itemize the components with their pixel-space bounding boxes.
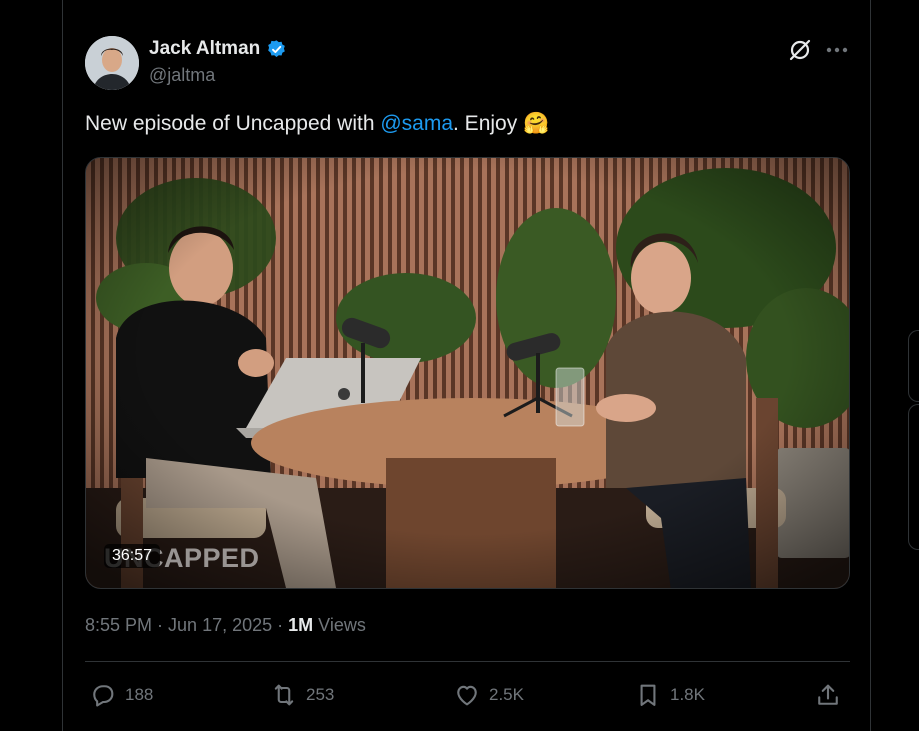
avatar[interactable] (85, 36, 139, 90)
video-player[interactable]: UNCAPPED 36:57 (85, 157, 850, 589)
meta-separator: · (152, 615, 169, 635)
verified-badge-icon[interactable] (266, 39, 287, 60)
share-button[interactable] (814, 677, 842, 713)
sidebar-card-edge (908, 330, 919, 402)
like-button[interactable]: 2.5K (453, 677, 524, 713)
tweet-text-after: . Enjoy (453, 112, 524, 135)
sidebar-card-edge (908, 404, 919, 550)
bookmark-button[interactable]: 1.8K (634, 677, 705, 713)
repost-icon (274, 684, 294, 706)
grok-icon[interactable] (787, 37, 813, 63)
reply-count: 188 (125, 685, 154, 704)
views-label: Views (313, 615, 366, 635)
more-icon[interactable] (824, 38, 850, 62)
action-bar: 188 253 2.5K 1.8K (85, 677, 850, 713)
meta-separator: · (272, 615, 289, 635)
video-duration-badge: 36:57 (104, 544, 161, 568)
author-info: Jack Altman @jaltma (149, 37, 287, 86)
mention-link[interactable]: @sama (380, 112, 453, 135)
video-thumbnail (86, 158, 849, 588)
hugging-face-emoji: 🤗 (523, 112, 550, 135)
views-count: 1M (288, 615, 314, 635)
tweet-time[interactable]: 8:55 PM (85, 615, 152, 635)
author-handle[interactable]: @jaltma (149, 65, 287, 86)
bookmark-icon (640, 684, 656, 706)
tweet-date[interactable]: Jun 17, 2025 (168, 615, 272, 635)
author-name[interactable]: Jack Altman (149, 38, 260, 60)
tweet-text-before: New episode of Uncapped with (85, 112, 381, 135)
repost-count: 253 (306, 685, 335, 704)
reply-icon (93, 685, 114, 707)
like-count: 2.5K (489, 685, 524, 704)
bookmark-count: 1.8K (670, 685, 705, 704)
divider (85, 661, 850, 662)
timeline-right-border (870, 0, 871, 731)
tweet-meta: 8:55 PM · Jun 17, 2025 · 1M Views (85, 615, 366, 636)
tweet-text: New episode of Uncapped with @sama. Enjo… (85, 112, 549, 136)
repost-button[interactable]: 253 (270, 677, 334, 713)
share-icon (818, 684, 838, 705)
heart-icon (457, 685, 477, 706)
reply-button[interactable]: 188 (89, 677, 153, 713)
tweet: Jack Altman @jaltma New episode of Uncap… (63, 0, 870, 731)
